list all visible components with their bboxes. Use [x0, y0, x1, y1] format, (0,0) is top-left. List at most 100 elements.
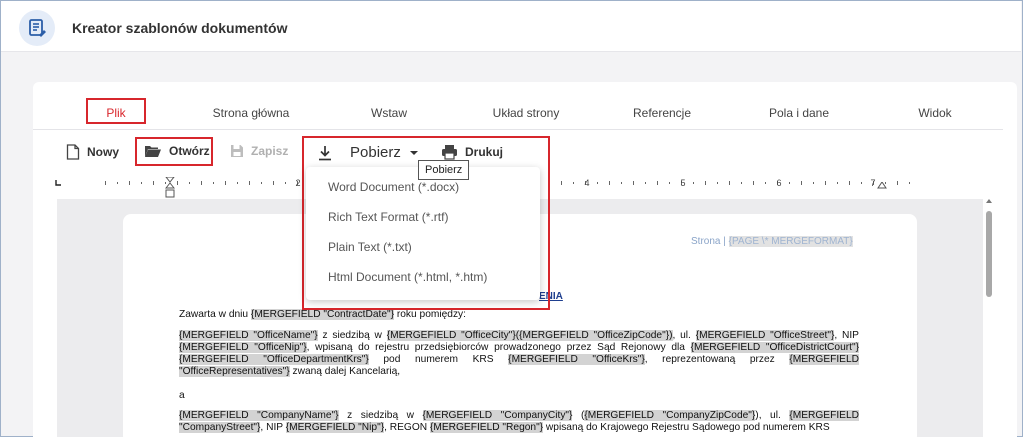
ruler-number: 2 — [295, 178, 301, 188]
tab-uklad-strony[interactable]: Układ strony — [493, 106, 560, 120]
tab-wstaw[interactable]: Wstaw — [371, 106, 407, 120]
menu-item-rtf[interactable]: Rich Text Format (*.rtf) — [328, 210, 448, 224]
ruler-tick — [657, 181, 658, 185]
ruler-number: 5 — [680, 178, 686, 188]
download-button[interactable]: Pobierz — [318, 144, 419, 161]
merge-field: {MERGEFIELD "CompanyZipCode"} — [584, 410, 756, 421]
ruler-tick — [177, 181, 178, 185]
ruler-tick — [273, 181, 274, 185]
merge-field: {MERGEFIELD "OfficeDepartmentKrs"} — [179, 354, 369, 365]
ruler-tick — [717, 182, 718, 184]
ruler-tick — [897, 181, 898, 185]
vertical-scrollbar[interactable] — [985, 199, 993, 437]
ruler-tick — [561, 181, 562, 185]
merge-field: {MERGEFIELD "ContractDate"} — [250, 309, 395, 320]
header-prefix: Strona | — [691, 236, 729, 247]
download-format-menu: Word Document (*.docx) Rich Text Format … — [306, 167, 540, 300]
ruler-number: 6 — [776, 178, 782, 188]
text-run: ( — [572, 410, 585, 421]
save-button[interactable]: Zapisz — [230, 144, 288, 158]
paragraph-3: a — [179, 390, 185, 401]
text-run: Zawarta w dniu — [179, 309, 251, 320]
ruler-tick — [789, 182, 790, 184]
ruler-tick — [201, 181, 202, 185]
ruler-tick — [129, 181, 130, 185]
ruler-tick — [753, 181, 754, 185]
paragraph-1: Zawarta w dniu {MERGEFIELD "ContractDate… — [179, 309, 859, 321]
ruler-tick — [837, 182, 838, 184]
new-button-label: Nowy — [87, 145, 120, 159]
tab-strona-glowna[interactable]: Strona główna — [213, 106, 290, 120]
ruler-tick — [813, 182, 814, 184]
merge-field: {MERGEFIELD "OfficeDistrictCourt"} — [690, 342, 859, 353]
text-run: , NIP — [260, 422, 286, 433]
merge-field: {MERGEFIELD "OfficeStreet"} — [695, 330, 835, 341]
ruler-tick — [705, 181, 706, 185]
merge-field: {PAGE \* MERGEFORMAT} — [728, 236, 853, 247]
merge-field: {MERGEFIELD "CompanyName"} — [179, 410, 339, 421]
paragraph-2: {MERGEFIELD "OfficeName"} z siedzibą w {… — [179, 330, 859, 378]
ruler-tick — [609, 181, 610, 185]
right-indent-marker-icon[interactable] — [877, 182, 887, 190]
ruler-tick — [633, 181, 634, 185]
ruler-tick — [141, 182, 142, 184]
new-document-icon — [66, 144, 80, 160]
tab-referencje[interactable]: Referencje — [633, 106, 691, 120]
ruler-tick — [261, 182, 262, 184]
print-button-label: Drukuj — [465, 145, 504, 159]
open-button-label: Otwórz — [169, 144, 210, 158]
ruler-tick — [765, 182, 766, 184]
open-button[interactable]: Otwórz — [144, 144, 210, 158]
download-tooltip: Pobierz — [418, 160, 470, 180]
text-run: zwaną dalej Kancelarią, — [289, 366, 401, 377]
tab-stop-icon — [55, 180, 61, 186]
text-run: wpisaną do Krajowego Rejestru Sądowego p… — [543, 422, 830, 433]
paragraph-4: {MERGEFIELD "CompanyName"} z siedzibą w … — [179, 410, 859, 434]
printer-icon — [442, 145, 457, 160]
ruler-tick — [801, 181, 802, 185]
merge-field: {MERGEFIELD "Regon"} — [429, 422, 544, 433]
ruler-tick — [117, 182, 118, 184]
menu-item-docx[interactable]: Word Document (*.docx) — [328, 180, 459, 194]
ruler-tick — [105, 181, 106, 185]
ruler-tick — [741, 182, 742, 184]
new-button[interactable]: Nowy — [66, 144, 119, 160]
text-run: , reprezentowaną przez — [644, 354, 790, 365]
text-run: roku pomiędzy: — [394, 309, 466, 320]
text-run: , REGON — [384, 422, 430, 433]
print-button[interactable]: Drukuj — [441, 144, 503, 160]
scroll-up-arrow-icon[interactable] — [985, 198, 993, 204]
ruler-tick — [597, 182, 598, 184]
app-header: Kreator szablonów dokumentów — [1, 1, 1021, 52]
text-run: z siedzibą w — [338, 410, 423, 421]
text-run: , wpisaną do rejestru przedsiębiorców pr… — [306, 342, 691, 353]
text-run: pod numerem KRS — [368, 354, 509, 365]
text-run: , NIP — [834, 330, 859, 341]
save-icon — [231, 145, 243, 157]
tab-plik[interactable]: Plik — [106, 106, 125, 120]
ruler-tick — [645, 182, 646, 184]
menu-item-txt[interactable]: Plain Text (*.txt) — [328, 240, 412, 254]
ruler-tick — [225, 181, 226, 185]
tab-pola-i-dane[interactable]: Pola i dane — [769, 106, 829, 120]
left-indent-marker-icon[interactable] — [165, 177, 175, 199]
text-run: , ul. — [672, 330, 696, 341]
ruler-tick — [237, 182, 238, 184]
ruler-tick — [729, 181, 730, 185]
ruler-number: 7 — [870, 178, 876, 188]
ruler-tick — [249, 181, 250, 185]
caret-down-icon — [409, 150, 418, 155]
ruler-tick — [861, 182, 862, 184]
merge-field: {MERGEFIELD "OfficeName"} — [179, 330, 318, 341]
ruler-tick — [621, 182, 622, 184]
merge-field: {MERGEFIELD "CompanyCity"} — [422, 410, 573, 421]
merge-field: {MERGEFIELD "OfficeCity"}({MERGEFIELD "O… — [386, 330, 673, 341]
ruler-tick — [285, 182, 286, 184]
ruler-tick — [849, 181, 850, 185]
ruler-tick — [669, 182, 670, 184]
text-run: ), ul. — [755, 410, 790, 421]
scrollbar-thumb[interactable] — [986, 211, 992, 297]
menu-item-html[interactable]: Html Document (*.html, *.htm) — [328, 270, 487, 284]
ruler-tick — [573, 182, 574, 184]
tab-widok[interactable]: Widok — [918, 106, 951, 120]
